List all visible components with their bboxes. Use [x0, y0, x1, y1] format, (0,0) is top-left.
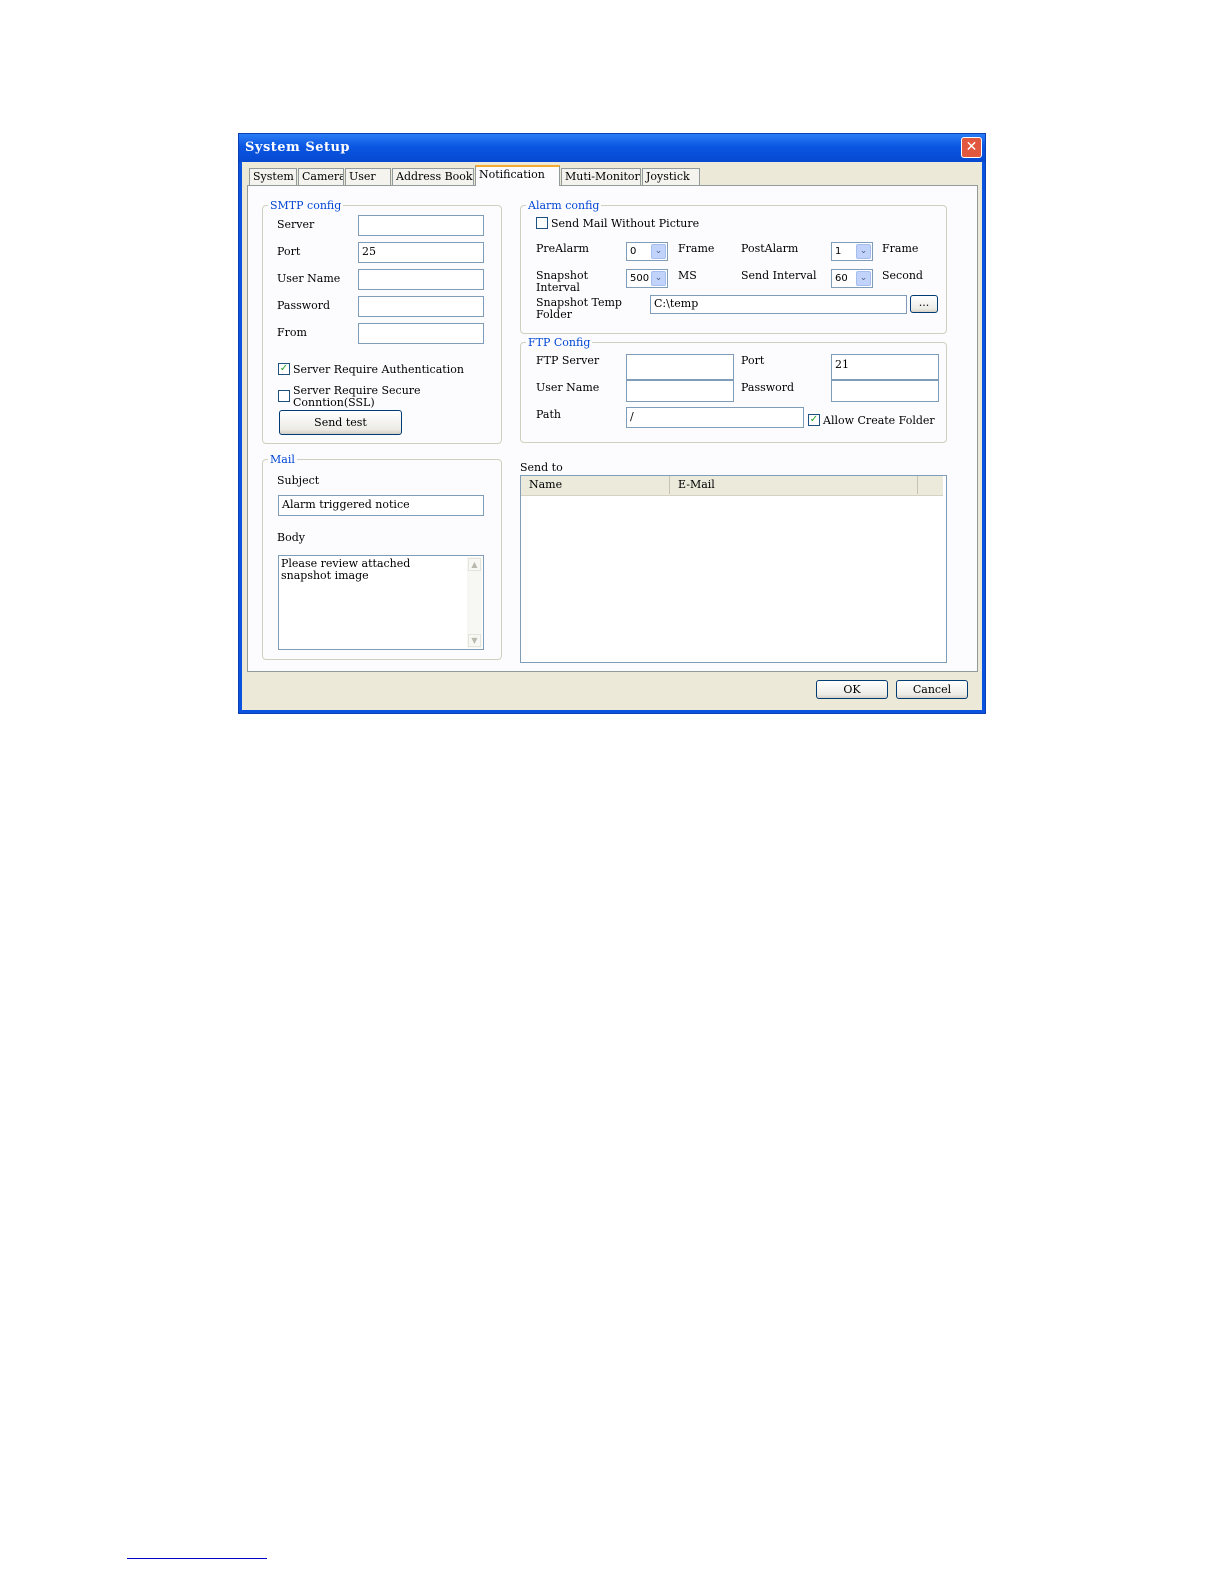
browse-folder-button[interactable]: ...: [910, 295, 938, 313]
cancel-button[interactable]: Cancel: [896, 680, 968, 699]
chevron-down-icon[interactable]: ⌄: [856, 271, 871, 286]
send-to-list-header: Name E-Mail: [521, 476, 943, 496]
chevron-down-icon[interactable]: ⌄: [651, 244, 666, 259]
postalarm-label: PostAlarm: [741, 242, 799, 255]
smtp-password-label: Password: [277, 299, 331, 312]
ftp-password-label: Password: [741, 381, 795, 394]
scroll-down-icon[interactable]: ▼: [468, 634, 481, 647]
prealarm-value: 0: [630, 246, 637, 257]
mail-subject-input[interactable]: Alarm triggered notice: [278, 495, 484, 516]
prealarm-label: PreAlarm: [536, 242, 589, 255]
snapshot-interval-label-line2: Interval: [536, 281, 580, 294]
require-auth-label[interactable]: Server Require Authentication: [293, 364, 464, 376]
check-icon: ✓: [279, 363, 289, 374]
ftp-server-label: FTP Server: [536, 354, 600, 367]
smtp-from-input[interactable]: [358, 323, 484, 344]
require-auth-checkbox[interactable]: ✓: [278, 363, 290, 375]
body-scrollbar[interactable]: ▲ ▼: [467, 557, 482, 648]
postalarm-select[interactable]: 1 ⌄: [831, 242, 873, 261]
smtp-port-input[interactable]: 25: [358, 242, 484, 263]
tab-muti-monitor[interactable]: Muti-Monitor: [561, 168, 641, 185]
no-picture-label[interactable]: Send Mail Without Picture: [551, 218, 699, 230]
ftp-username-input[interactable]: [626, 380, 734, 402]
alarm-config-group: Alarm config Send Mail Without Picture P…: [520, 199, 947, 334]
mail-subject-label: Subject: [277, 474, 320, 487]
ok-button[interactable]: OK: [816, 680, 888, 699]
smtp-server-input[interactable]: [358, 215, 484, 236]
title-bar[interactable]: System Setup ✕: [239, 134, 985, 162]
chevron-down-icon[interactable]: ⌄: [856, 244, 871, 259]
temp-folder-label-line2: Folder: [536, 308, 572, 321]
smtp-username-label: User Name: [277, 272, 341, 285]
close-button[interactable]: ✕: [961, 137, 982, 158]
column-header-name[interactable]: Name: [521, 476, 670, 494]
send-to-label: Send to: [520, 461, 563, 474]
smtp-config-group: SMTP config Server Port 25 User Name Pas…: [262, 199, 502, 444]
allow-create-folder-checkbox[interactable]: ✓: [808, 414, 820, 426]
notification-tab-page: SMTP config Server Port 25 User Name Pas…: [247, 185, 978, 672]
mail-body-label: Body: [277, 531, 305, 544]
ftp-path-input[interactable]: /: [626, 407, 804, 428]
mail-legend: Mail: [268, 453, 297, 466]
alarm-config-legend: Alarm config: [526, 199, 602, 212]
check-icon: ✓: [809, 414, 819, 425]
mail-body-textarea[interactable]: Please review attached snapshot image ▲ …: [278, 555, 484, 650]
temp-folder-input[interactable]: C:\temp: [650, 295, 907, 314]
send-interval-unit: Second: [882, 269, 923, 282]
no-picture-checkbox[interactable]: [536, 217, 548, 229]
allow-create-folder-label[interactable]: Allow Create Folder: [823, 415, 935, 427]
ftp-server-input[interactable]: [626, 354, 734, 380]
tab-camera[interactable]: Camera: [298, 168, 344, 185]
tab-user[interactable]: User: [345, 168, 391, 185]
send-interval-value: 60: [835, 273, 848, 284]
system-setup-dialog: System Setup ✕ System Camera User Addres…: [238, 133, 986, 714]
ftp-username-label: User Name: [536, 381, 600, 394]
smtp-password-input[interactable]: [358, 296, 484, 317]
smtp-server-label: Server: [277, 218, 315, 231]
footnote-separator-line: [127, 1558, 267, 1559]
postalarm-value: 1: [835, 246, 842, 257]
tab-system[interactable]: System: [249, 168, 297, 185]
smtp-config-legend: SMTP config: [268, 199, 344, 212]
postalarm-unit: Frame: [882, 242, 919, 255]
ftp-port-input[interactable]: 21: [831, 354, 939, 380]
snapshot-interval-value: 500: [630, 273, 650, 284]
window-title: System Setup: [245, 140, 351, 155]
send-test-button[interactable]: Send test: [279, 410, 402, 435]
send-to-list[interactable]: Name E-Mail: [520, 475, 947, 663]
snapshot-interval-select[interactable]: 500 ⌄: [626, 269, 668, 288]
dialog-client-area: System Camera User Address Book Notifica…: [242, 162, 982, 710]
send-interval-label: Send Interval: [741, 269, 817, 282]
ftp-password-input[interactable]: [831, 380, 939, 402]
ftp-config-group: FTP Config FTP Server Port 21 User Name …: [520, 336, 947, 443]
column-header-email[interactable]: E-Mail: [670, 476, 918, 494]
tab-notification[interactable]: Notification: [475, 165, 560, 186]
mail-body-line2: snapshot image: [281, 569, 369, 582]
snapshot-interval-unit: MS: [678, 269, 697, 282]
scroll-up-icon[interactable]: ▲: [468, 558, 481, 571]
close-icon: ✕: [965, 139, 978, 155]
chevron-down-icon[interactable]: ⌄: [651, 271, 666, 286]
prealarm-unit: Frame: [678, 242, 715, 255]
mail-group: Mail Subject Alarm triggered notice Body…: [262, 453, 502, 660]
send-interval-select[interactable]: 60 ⌄: [831, 269, 873, 288]
require-ssl-label-line2[interactable]: Conntion(SSL): [293, 397, 375, 409]
tab-joystick[interactable]: Joystick: [642, 168, 700, 185]
smtp-username-input[interactable]: [358, 269, 484, 290]
ftp-port-label: Port: [741, 354, 765, 367]
tab-address-book[interactable]: Address Book: [392, 168, 474, 185]
require-ssl-checkbox[interactable]: [278, 390, 290, 402]
smtp-port-label: Port: [277, 245, 301, 258]
prealarm-select[interactable]: 0 ⌄: [626, 242, 668, 261]
ftp-config-legend: FTP Config: [526, 336, 593, 349]
ftp-path-label: Path: [536, 408, 561, 421]
smtp-from-label: From: [277, 326, 307, 339]
